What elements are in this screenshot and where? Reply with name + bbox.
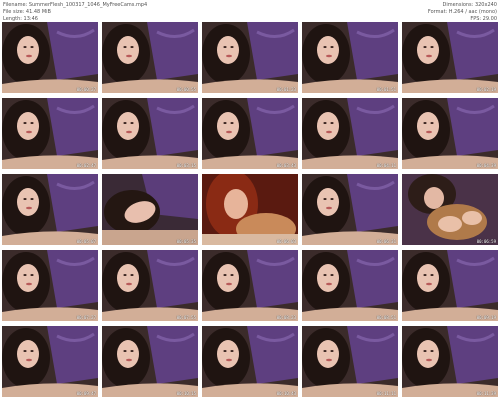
thumbnail-image [302, 326, 398, 397]
video-thumbnail: 00:11:11 [302, 326, 398, 397]
thumbnail-image [402, 326, 498, 397]
timestamp-label: 00:01:23 [276, 87, 296, 92]
thumbnail-image [2, 22, 98, 93]
video-thumbnail: 00:06:31 [302, 174, 398, 245]
video-thumbnail: 00:11:39 [402, 326, 498, 397]
thumbnail-image [102, 22, 198, 93]
video-thumbnail: 00:10:43 [202, 326, 298, 397]
thumbnail-image [402, 22, 498, 93]
thumbnail-grid: 00:00:27 00:00:55 00:01:23 00:01:51 00:0… [2, 22, 498, 398]
thumbnail-image [102, 98, 198, 169]
thumbnail-image [102, 174, 198, 245]
timestamp-label: 00:02:19 [476, 87, 496, 92]
dimensions-label: Dimensions: 320x240 [442, 2, 497, 8]
thumbnail-image [102, 250, 198, 321]
file-info-right: Dimensions: 320x240 Format: H.264 / aac … [428, 2, 497, 23]
video-thumbnail: 00:06:59 [402, 174, 498, 245]
timestamp-label: 00:04:11 [376, 163, 396, 168]
thumbnail-image [302, 22, 398, 93]
timestamp-label: 00:08:23 [276, 315, 296, 320]
video-thumbnail: 00:06:03 [202, 174, 298, 245]
video-thumbnail: 00:07:27 [2, 250, 98, 321]
video-thumbnail: 00:03:43 [202, 98, 298, 169]
thumbnail-image [2, 98, 98, 169]
video-thumbnail: 00:00:55 [102, 22, 198, 93]
filesize-label: File size: 41.48 MiB [3, 9, 51, 15]
video-thumbnail: 00:02:19 [402, 22, 498, 93]
thumbnail-image [2, 174, 98, 245]
thumbnail-image [202, 174, 298, 245]
video-thumbnail: 00:05:35 [102, 174, 198, 245]
thumbnail-image [402, 174, 498, 245]
timestamp-label: 00:07:55 [176, 315, 196, 320]
video-thumbnail: 00:01:23 [202, 22, 298, 93]
timestamp-label: 00:08:51 [376, 315, 396, 320]
video-thumbnail: 00:05:07 [2, 174, 98, 245]
timestamp-label: 00:06:59 [476, 239, 496, 244]
thumbnail-image [202, 250, 298, 321]
video-thumbnail: 00:01:51 [302, 22, 398, 93]
thumbnail-image [402, 250, 498, 321]
thumbnail-image [302, 98, 398, 169]
timestamp-label: 00:10:43 [276, 391, 296, 396]
timestamp-label: 00:10:15 [176, 391, 196, 396]
video-thumbnail: 00:04:11 [302, 98, 398, 169]
contact-sheet: Filename: SummerFlesh_100317_1046_MyFree… [0, 0, 500, 401]
thumbnail-image [302, 174, 398, 245]
video-thumbnail: 00:08:23 [202, 250, 298, 321]
timestamp-label: 00:04:39 [476, 163, 496, 168]
thumbnail-image [202, 22, 298, 93]
timestamp-label: 00:02:47 [76, 163, 96, 168]
video-thumbnail: 00:07:55 [102, 250, 198, 321]
timestamp-label: 00:09:19 [476, 315, 496, 320]
timestamp-label: 00:11:39 [476, 391, 496, 396]
timestamp-label: 00:07:27 [76, 315, 96, 320]
thumbnail-image [402, 98, 498, 169]
timestamp-label: 00:05:35 [176, 239, 196, 244]
video-thumbnail: 00:03:15 [102, 98, 198, 169]
timestamp-label: 00:05:07 [76, 239, 96, 244]
video-thumbnail: 00:10:15 [102, 326, 198, 397]
format-label: Format: H.264 / aac (mono) [427, 9, 497, 15]
video-thumbnail: 00:04:39 [402, 98, 498, 169]
timestamp-label: 00:06:31 [376, 239, 396, 244]
timestamp-label: 00:00:27 [76, 87, 96, 92]
timestamp-label: 00:06:03 [276, 239, 296, 244]
thumbnail-image [102, 326, 198, 397]
video-thumbnail: 00:02:47 [2, 98, 98, 169]
video-thumbnail: 00:00:27 [2, 22, 98, 93]
file-info-left: Filename: SummerFlesh_100317_1046_MyFree… [3, 2, 147, 23]
video-thumbnail: 00:08:51 [302, 250, 398, 321]
filename-label: Filename: SummerFlesh_100317_1046_MyFree… [3, 2, 148, 8]
thumbnail-image [2, 326, 98, 397]
timestamp-label: 00:09:47 [76, 391, 96, 396]
timestamp-label: 00:00:55 [176, 87, 196, 92]
timestamp-label: 00:01:51 [376, 87, 396, 92]
timestamp-label: 00:11:11 [376, 391, 396, 396]
video-thumbnail: 00:09:19 [402, 250, 498, 321]
thumbnail-image [302, 250, 398, 321]
timestamp-label: 00:03:43 [276, 163, 296, 168]
video-thumbnail: 00:09:47 [2, 326, 98, 397]
thumbnail-image [202, 326, 298, 397]
thumbnail-image [2, 250, 98, 321]
timestamp-label: 00:03:15 [176, 163, 196, 168]
thumbnail-image [202, 98, 298, 169]
